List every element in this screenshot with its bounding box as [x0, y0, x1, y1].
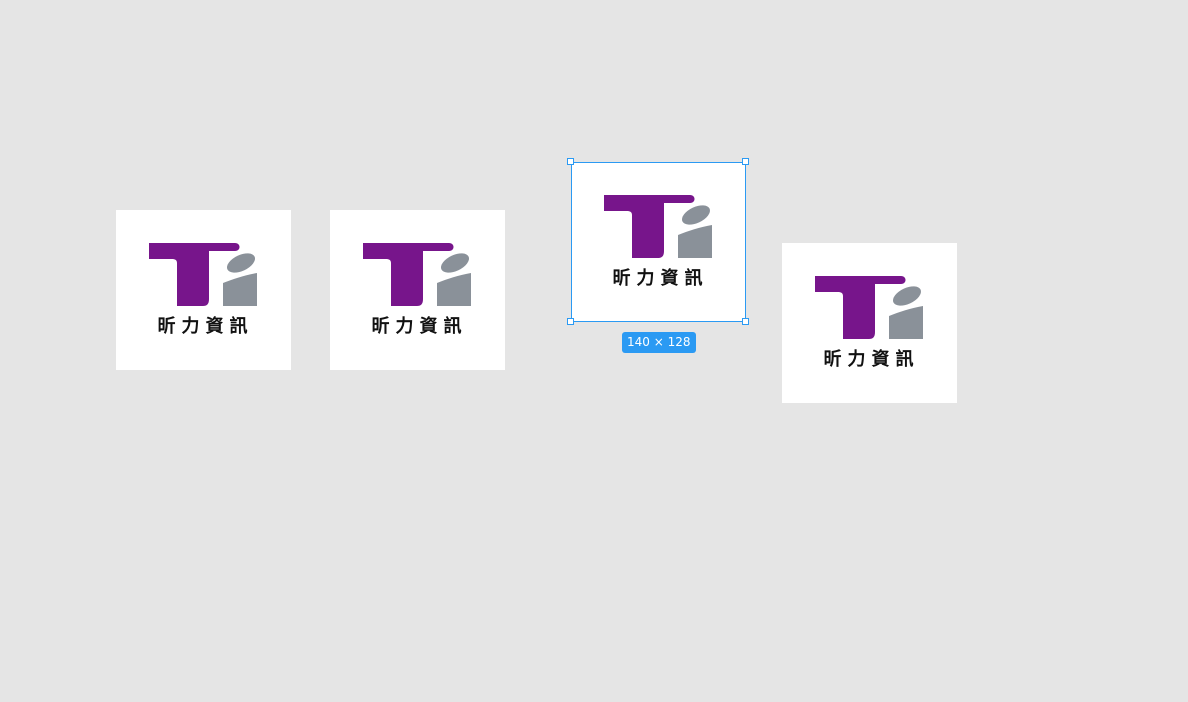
- resize-handle-bottom-left[interactable]: [567, 318, 574, 325]
- logo-wordmark: 昕力資訊: [823, 349, 920, 370]
- tpi-logo-mark: [815, 276, 923, 339]
- selection-outline[interactable]: [571, 162, 746, 322]
- selection-size-badge: 140 × 128: [622, 332, 696, 353]
- design-canvas[interactable]: 昕力資訊 昕力資訊 昕力資訊 昕力資訊 140 × 128: [0, 0, 1188, 702]
- tpi-logo-mark: [363, 243, 471, 306]
- logo-wordmark: 昕力資訊: [371, 316, 468, 337]
- logo-card[interactable]: 昕力資訊: [330, 210, 505, 370]
- logo-card[interactable]: 昕力資訊: [782, 243, 957, 403]
- resize-handle-bottom-right[interactable]: [742, 318, 749, 325]
- tpi-logo-mark: [149, 243, 257, 306]
- logo-card[interactable]: 昕力資訊: [116, 210, 291, 370]
- logo-wordmark: 昕力資訊: [157, 316, 254, 337]
- resize-handle-top-left[interactable]: [567, 158, 574, 165]
- resize-handle-top-right[interactable]: [742, 158, 749, 165]
